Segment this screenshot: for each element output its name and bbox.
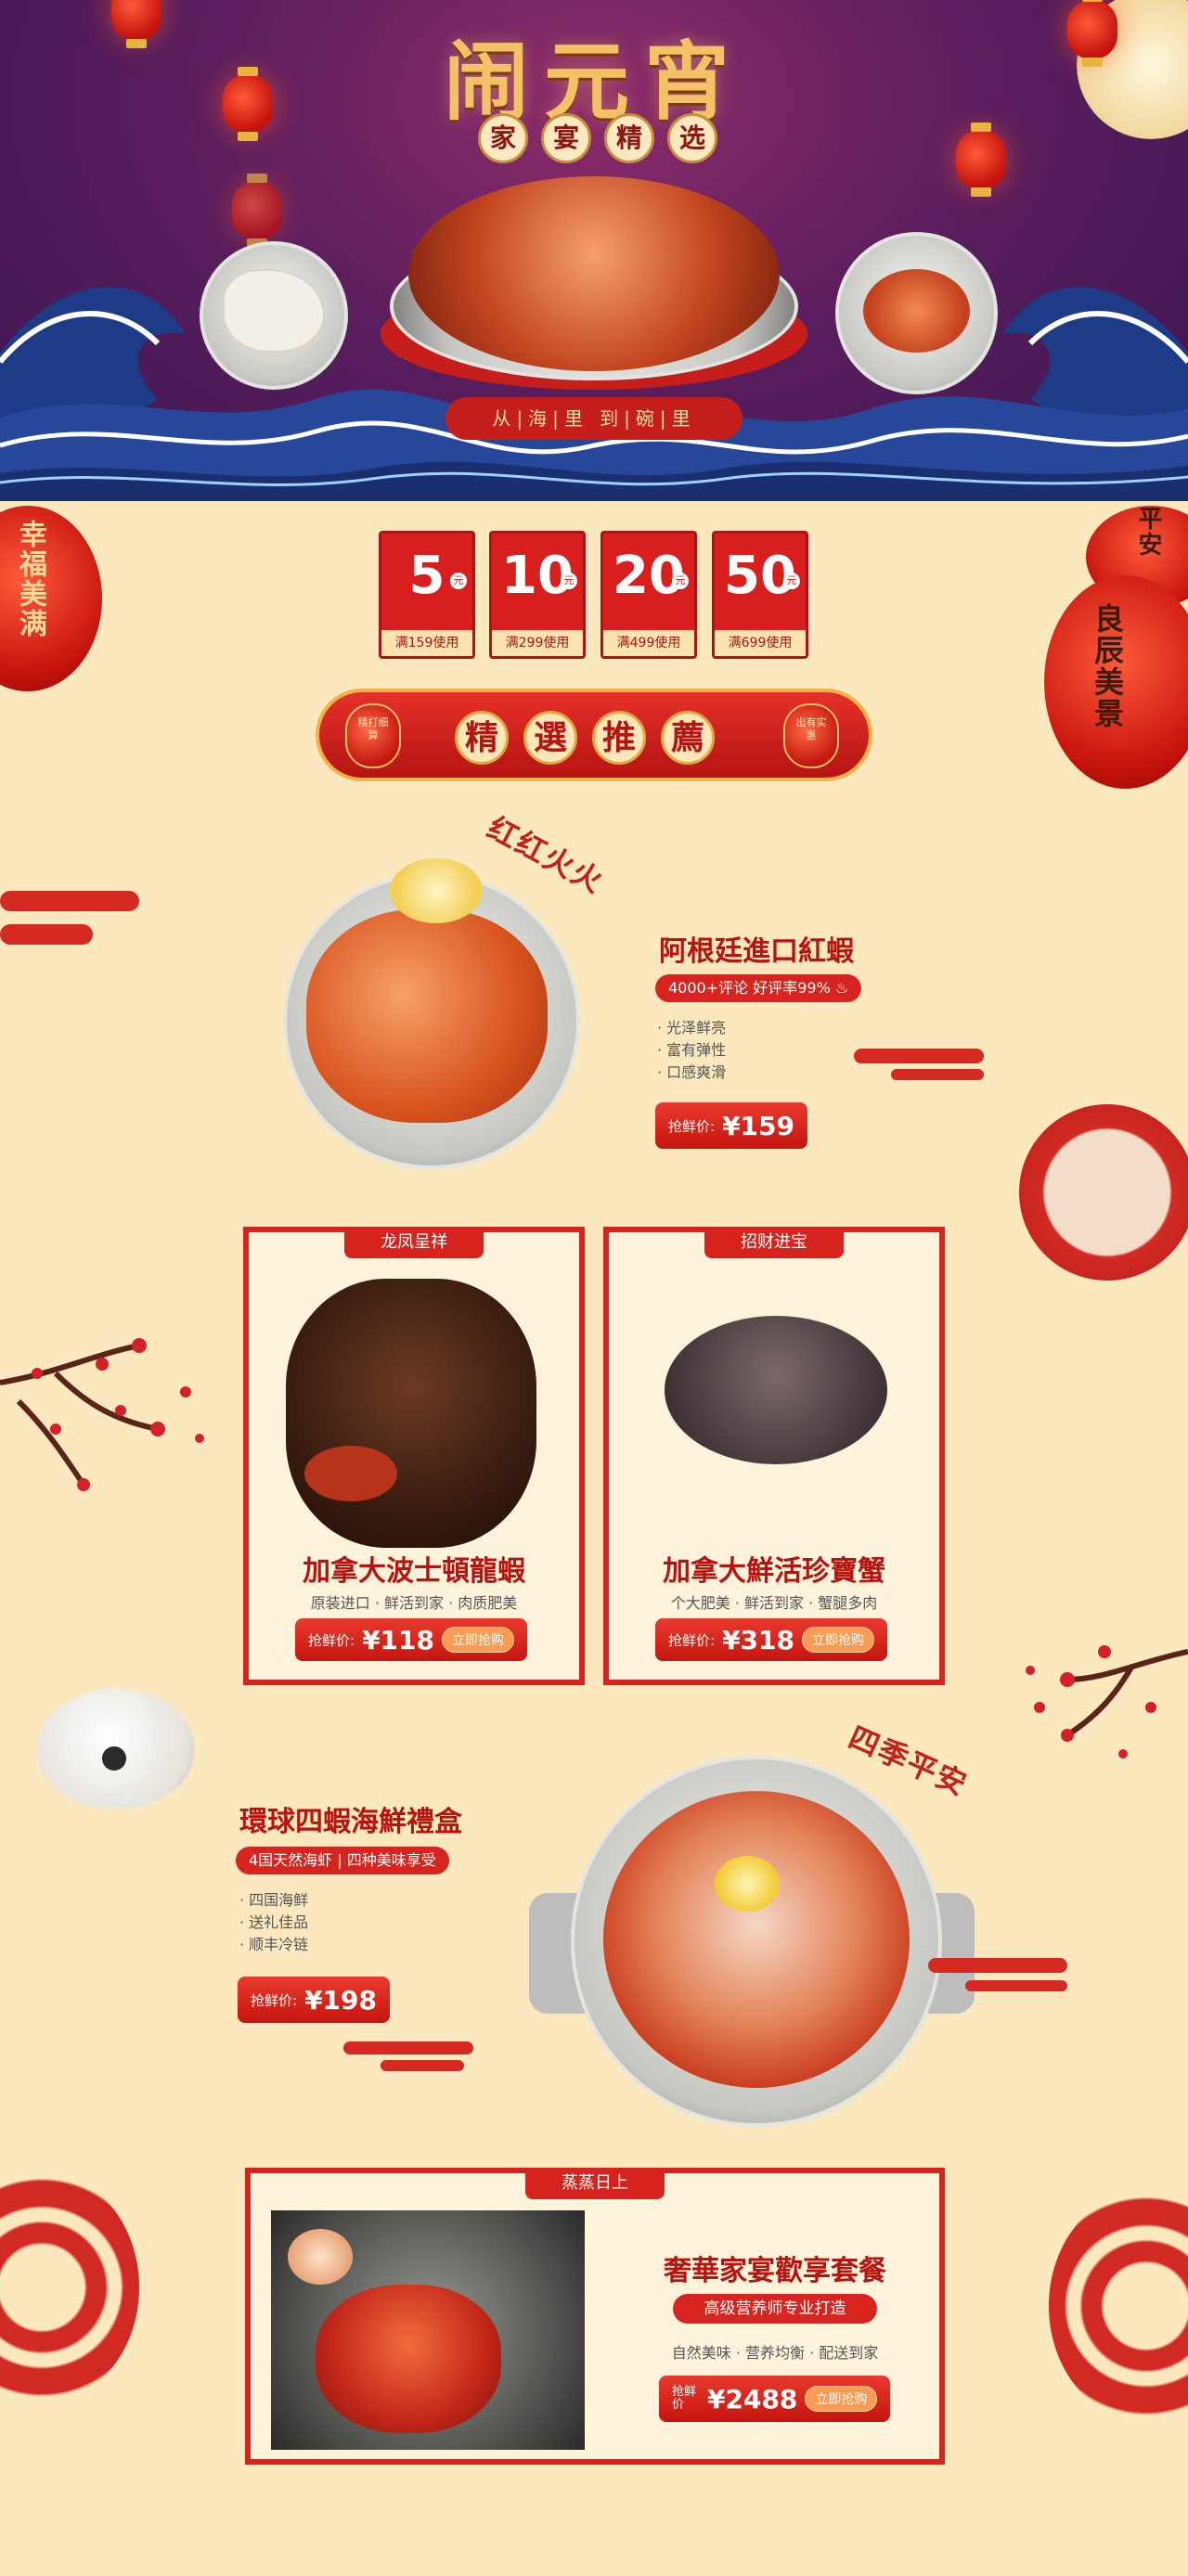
section-right-lantern-text: 出有实惠	[795, 716, 827, 741]
lobster-claw-image	[304, 1446, 397, 1501]
price-value: ¥159	[722, 1110, 794, 1141]
cloud-decoration	[854, 1049, 984, 1063]
coupon-unit: 元	[672, 573, 689, 589]
cloud-pattern-left	[0, 2171, 139, 2403]
cloud-decoration	[0, 924, 93, 945]
product4-pill: 4国天然海虾 | 四种美味享受	[236, 1847, 449, 1874]
coupon-50[interactable]: 50 元 满699使用	[712, 531, 808, 659]
product4-feature: · 送礼佳品	[239, 1913, 309, 1931]
king-crab-image	[316, 2285, 501, 2433]
shrimp-image	[863, 269, 970, 353]
product4-title[interactable]: 環球四蝦海鮮禮盒	[239, 1798, 462, 1839]
red-shrimp-image	[306, 909, 548, 1123]
lantern-icon	[111, 0, 161, 48]
section-char: 選	[523, 711, 577, 765]
side-lantern-right-top-text: 平安	[1134, 506, 1162, 558]
cloud-decoration	[0, 891, 139, 911]
price-value: ¥2488	[707, 2383, 798, 2415]
price-value: ¥318	[722, 1624, 794, 1655]
product1-feature: · 光泽鲜亮	[657, 1019, 727, 1037]
price-label: 抢鲜价:	[251, 1991, 298, 2009]
product-card-lobster[interactable]: 龙凤呈祥 加拿大波士頓龍蝦 原装进口 · 鲜活到家 · 肉质肥美 抢鲜价: ¥1…	[243, 1227, 585, 1685]
subtitle-char: 家	[478, 113, 528, 163]
lantern-icon	[1067, 0, 1117, 67]
product-card-feast[interactable]: 蒸蒸日上 奢華家宴歡享套餐 高级营养师专业打造 自然美味 · 营养均衡 · 配送…	[245, 2168, 945, 2465]
section-left-lantern-text: 精打细算	[357, 716, 389, 741]
subtitle-char: 宴	[541, 113, 591, 163]
section-char: 薦	[661, 711, 715, 765]
price-label: 抢鲜价:	[668, 1117, 716, 1135]
cloud-decoration	[343, 2041, 473, 2054]
buy-now-button[interactable]: 立即抢购	[802, 1627, 874, 1653]
coupon-unit: 元	[450, 573, 467, 589]
product4-feature: · 顺丰冷链	[239, 1936, 309, 1953]
product4-feature: · 四国海鲜	[239, 1891, 309, 1909]
card-price-tag[interactable]: 抢鲜价: ¥118 立即抢购	[295, 1618, 527, 1661]
price-label: 抢鲜价:	[668, 1631, 716, 1649]
plum-blossom-right	[1026, 1645, 1188, 1758]
card-description: 自然美味 · 营养均衡 · 配送到家	[671, 2344, 879, 2362]
cloud-decoration	[928, 1958, 1067, 1973]
tangyuan-bowl-image	[1019, 1104, 1188, 1281]
coupon-condition: 满299使用	[492, 630, 583, 656]
banner-tagline: 从|海|里 到|碗|里	[446, 397, 742, 440]
coupon-5[interactable]: 5 元 满159使用	[379, 531, 475, 659]
subtitle-char: 选	[667, 113, 717, 163]
card-caption: 招财进宝	[704, 1227, 844, 1258]
price-value: ¥118	[362, 1624, 434, 1655]
product1-feature: · 口感爽滑	[657, 1063, 727, 1081]
side-lantern-left-text: 幸福美满	[14, 520, 46, 638]
coupon-20[interactable]: 20 元 满499使用	[600, 531, 697, 659]
card-title: 加拿大波士頓龍蝦	[303, 1555, 525, 1588]
side-lantern-right-text: 良辰美景	[1090, 603, 1125, 729]
card-description: 个大肥美 · 鲜活到家 · 蟹腿多肉	[670, 1594, 878, 1612]
product4-price-tag[interactable]: 抢鲜价: ¥198	[238, 1977, 390, 2023]
section-title-banner: 精打细算 精 選 推 薦 出有实惠	[316, 689, 872, 781]
coupon-condition: 满699使用	[715, 630, 806, 656]
product1-price-tag[interactable]: 抢鲜价: ¥159	[655, 1102, 807, 1149]
card-caption: 龙凤呈祥	[344, 1227, 484, 1258]
buy-now-button[interactable]: 立即抢购	[442, 1627, 514, 1653]
buy-now-button[interactable]: 立即抢购	[805, 2386, 878, 2412]
card-description: 原装进口 · 鲜活到家 · 肉质肥美	[310, 1594, 518, 1612]
card-price-tag[interactable]: 抢鲜价 ¥2488 立即抢购	[659, 2376, 891, 2422]
product1-feature: · 富有弹性	[657, 1041, 727, 1059]
card-caption: 蒸蒸日上	[525, 2168, 665, 2199]
card-pill: 高级营养师专业打造	[673, 2294, 877, 2324]
lobster-image	[286, 1279, 536, 1548]
price-label: 抢鲜价	[672, 2385, 697, 2412]
crab-image	[665, 1316, 887, 1464]
price-value: ¥198	[304, 1984, 377, 2016]
cloud-pattern-right	[1049, 2190, 1188, 2422]
section-char: 精	[455, 711, 509, 765]
subtitle-char: 精	[604, 113, 654, 163]
pot-knob-icon	[102, 1746, 126, 1771]
price-label: 抢鲜价:	[308, 1631, 355, 1649]
cloud-decoration	[965, 1980, 1067, 1991]
banner-subtitle: 家 宴 精 选	[478, 113, 717, 163]
coupon-unit: 元	[561, 573, 577, 589]
scallop-image	[288, 2229, 353, 2285]
coupon-condition: 满499使用	[603, 630, 694, 656]
card-title: 奢華家宴歡享套餐	[664, 2255, 886, 2287]
product-card-crab[interactable]: 招财进宝 加拿大鮮活珍寶蟹 个大肥美 · 鲜活到家 · 蟹腿多肉 抢鲜价: ¥3…	[603, 1227, 945, 1685]
product1-rating-pill: 4000+评论 好评率99% ♨	[655, 974, 862, 1002]
crab-image	[408, 176, 780, 371]
plum-blossom-left	[0, 1338, 204, 1491]
coupon-condition: 满159使用	[381, 630, 472, 656]
seafood-mix-image	[603, 1791, 910, 2088]
hero-banner: 闹元宵 家 宴 精 选 从|海|里 到|碗|里	[0, 0, 1188, 501]
lantern-icon	[956, 122, 1006, 197]
product1-title[interactable]: 阿根廷進口紅蝦	[659, 928, 854, 969]
lantern-icon	[223, 67, 273, 141]
lemon-image	[390, 858, 483, 923]
cloud-decoration	[381, 2060, 464, 2071]
coupon-10[interactable]: 10 元 满299使用	[489, 531, 586, 659]
card-title: 加拿大鮮活珍寶蟹	[663, 1555, 885, 1588]
cloud-decoration	[891, 1069, 984, 1080]
card-price-tag[interactable]: 抢鲜价: ¥318 立即抢购	[655, 1618, 887, 1661]
section-char: 推	[592, 711, 646, 765]
coupon-unit: 元	[783, 573, 800, 589]
lemon-image	[715, 1856, 780, 1912]
